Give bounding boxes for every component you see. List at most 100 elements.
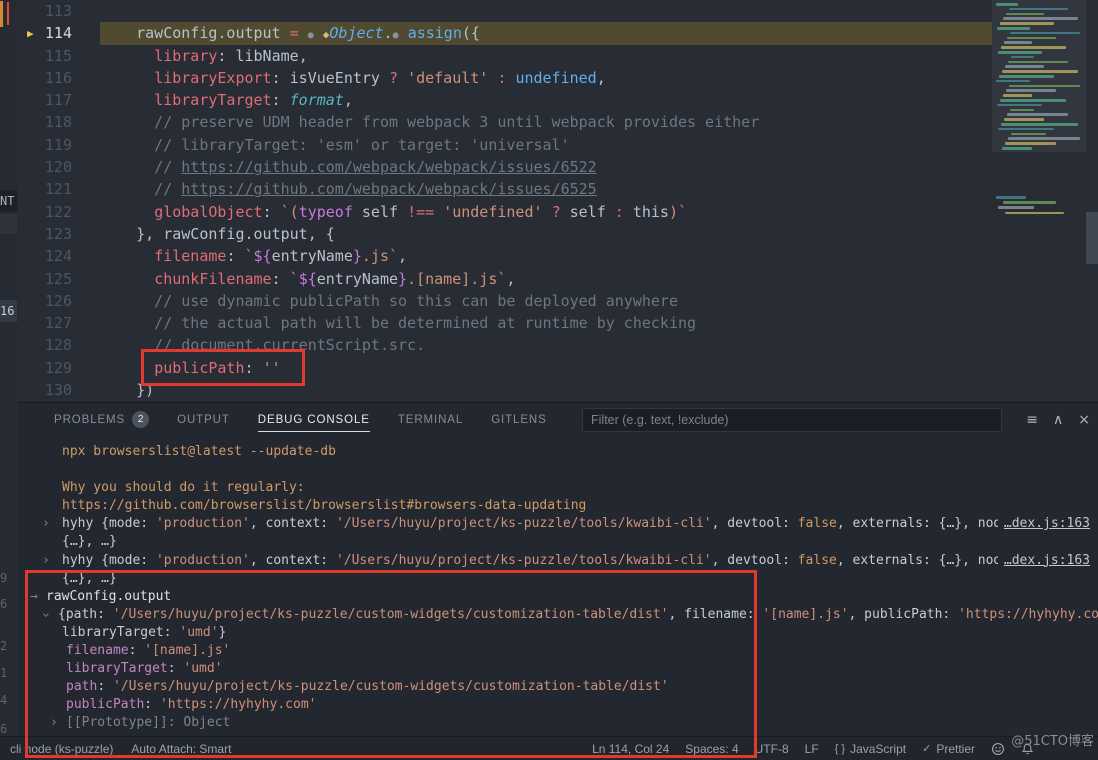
code-token	[100, 203, 154, 221]
scrollbar-thumb[interactable]	[1086, 212, 1098, 264]
console-row[interactable]: libraryTarget: 'umd'}	[18, 624, 1098, 642]
editor-line[interactable]: 113	[18, 0, 1098, 22]
tab-problems[interactable]: PROBLEMS2	[54, 403, 149, 436]
editor-line[interactable]: ▶114 rawConfig.output = ● ◆Object.● assi…	[18, 22, 1098, 44]
code-token: =	[290, 24, 299, 42]
console-token: libraryTarget:	[62, 625, 179, 640]
console-row[interactable]: npx browserslist@latest --update-db	[18, 443, 1098, 461]
editor-line[interactable]: 120 // https://github.com/webpack/webpac…	[18, 156, 1098, 178]
watermark: @51CTO博客	[1011, 730, 1094, 749]
status-item-cli-node-ks-puzzle[interactable]: cli node (ks-puzzle)	[10, 742, 113, 756]
expander-icon[interactable]: ›	[42, 552, 50, 570]
status-item-ln-114-col-24[interactable]: Ln 114, Col 24	[592, 742, 669, 756]
status-item-javascript[interactable]: { }JavaScript	[835, 742, 906, 756]
console-row[interactable]: https://github.com/browserslist/browsers…	[18, 497, 1098, 515]
tab-debug-console[interactable]: DEBUG CONSOLE	[258, 403, 370, 436]
status-item-auto-attach-smart[interactable]: Auto Attach: Smart	[131, 742, 231, 756]
code-text: // libraryTarget: 'esm' or target: 'univ…	[72, 136, 570, 154]
console-row[interactable]	[18, 461, 1098, 479]
strip-fragment	[0, 214, 17, 234]
console-row[interactable]: {…}, …}	[18, 570, 1098, 588]
console-row[interactable]: path: '/Users/huyu/project/ks-puzzle/cus…	[18, 678, 1098, 696]
minimap-line	[1011, 133, 1046, 136]
editor-line[interactable]: 115 library: libName,	[18, 45, 1098, 67]
editor-line[interactable]: 116 libraryExport: isVueEntry ? 'default…	[18, 67, 1098, 89]
code-token: }	[353, 247, 362, 265]
console-row[interactable]: libraryTarget: 'umd'	[18, 660, 1098, 678]
editor-line[interactable]: 126 // use dynamic publicPath so this ca…	[18, 290, 1098, 312]
console-row[interactable]: Why you should do it regularly:	[18, 479, 1098, 497]
minimap-line	[1005, 212, 1064, 215]
code-text: chunkFilename: `${entryName}.[name].js`,	[72, 270, 515, 288]
console-token: 'production'	[156, 553, 250, 568]
code-token: ,	[344, 91, 353, 109]
strip-fragment: 6	[0, 597, 18, 613]
console-row[interactable]: ›[[Prototype]]: Object	[18, 714, 1098, 732]
code-editor[interactable]: 113▶114 rawConfig.output = ● ◆Object.● a…	[18, 0, 1098, 402]
strip-fragment: 4	[0, 693, 18, 709]
editor-line[interactable]: 118 // preserve UDM header from webpack …	[18, 111, 1098, 133]
console-token: :	[144, 697, 160, 712]
editor-line[interactable]: 117 libraryTarget: format,	[18, 89, 1098, 111]
minimap[interactable]	[992, 0, 1086, 230]
tab-label: GITLENS	[491, 414, 547, 426]
tab-gitlens[interactable]: GITLENS	[491, 403, 547, 436]
console-token: rawConfig.output	[46, 589, 171, 604]
console-token: 'production'	[156, 516, 250, 531]
code-text: // https://github.com/webpack/webpack/is…	[72, 158, 597, 176]
feedback-icon[interactable]	[991, 742, 1005, 756]
code-token: assign	[408, 24, 462, 42]
line-number: 113	[18, 0, 72, 22]
collapse-panel-icon[interactable]: ∧	[1053, 412, 1063, 428]
editor-line[interactable]: 119 // libraryTarget: 'esm' or target: '…	[18, 134, 1098, 156]
minimap-line	[1002, 70, 1078, 73]
debug-console-output[interactable]: npx browserslist@latest --update-db Why y…	[18, 436, 1098, 737]
minimap-line	[1009, 8, 1068, 11]
editor-line[interactable]: 122 globalObject: `(typeof self !== 'und…	[18, 201, 1098, 223]
minimap-line	[997, 27, 1030, 30]
status-item-spaces-4[interactable]: Spaces: 4	[685, 742, 738, 756]
editor-line[interactable]: 129 publicPath: ''	[18, 357, 1098, 379]
code-token: filename	[154, 247, 226, 265]
expander-icon[interactable]: →	[30, 588, 38, 606]
console-token: '/Users/huyu/project/ks-puzzle/tools/kwa…	[336, 516, 712, 531]
console-row[interactable]: ›{path: '/Users/huyu/project/ks-puzzle/c…	[18, 606, 1098, 624]
source-link[interactable]: …dex.js:163	[998, 552, 1090, 570]
code-token: :	[272, 270, 290, 288]
console-row[interactable]: → rawConfig.output	[18, 588, 1098, 606]
tab-output[interactable]: OUTPUT	[177, 403, 230, 436]
expander-icon[interactable]: ›	[42, 515, 50, 533]
console-row[interactable]: ›hyhy {mode: 'production', context: '/Us…	[18, 515, 1098, 533]
console-filter-input[interactable]	[582, 408, 1002, 432]
status-item-lf[interactable]: LF	[805, 742, 819, 756]
code-token: ${	[299, 270, 317, 288]
editor-line[interactable]: 128 // document.currentScript.src.	[18, 334, 1098, 356]
expander-icon[interactable]: ›	[50, 714, 58, 732]
console-row[interactable]: {…}, …}	[18, 533, 1098, 551]
code-token: .[name].js`	[407, 270, 506, 288]
minimap-line	[1000, 99, 1066, 102]
editor-line[interactable]: 123 }, rawConfig.output, {	[18, 223, 1098, 245]
expander-icon[interactable]: ›	[36, 611, 54, 619]
problems-badge: 2	[132, 411, 149, 428]
minimap-line	[1006, 89, 1056, 92]
code-token	[100, 359, 154, 377]
console-token: {path:	[58, 607, 113, 622]
close-panel-icon[interactable]: ×	[1078, 412, 1090, 428]
console-row[interactable]: filename: '[name].js'	[18, 642, 1098, 660]
status-item-utf-8[interactable]: UTF-8	[755, 742, 789, 756]
source-link[interactable]: …dex.js:163	[998, 515, 1090, 533]
tab-terminal[interactable]: TERMINAL	[398, 403, 463, 436]
status-item-prettier[interactable]: ✓Prettier	[922, 742, 975, 756]
code-token: // use dynamic publicPath so this can be…	[100, 292, 678, 310]
editor-line[interactable]: 130 })	[18, 379, 1098, 401]
console-row[interactable]: publicPath: 'https://hyhyhy.com'	[18, 696, 1098, 714]
filter-lines-icon[interactable]: ≡	[1026, 412, 1038, 428]
line-number: 116	[18, 67, 72, 89]
editor-line[interactable]: 121 // https://github.com/webpack/webpac…	[18, 178, 1098, 200]
editor-line[interactable]: 125 chunkFilename: `${entryName}.[name].…	[18, 268, 1098, 290]
editor-line[interactable]: 124 filename: `${entryName}.js`,	[18, 245, 1098, 267]
console-row[interactable]: ›hyhy {mode: 'production', context: '/Us…	[18, 552, 1098, 570]
console-token: Object	[183, 715, 230, 730]
editor-line[interactable]: 127 // the actual path will be determine…	[18, 312, 1098, 334]
